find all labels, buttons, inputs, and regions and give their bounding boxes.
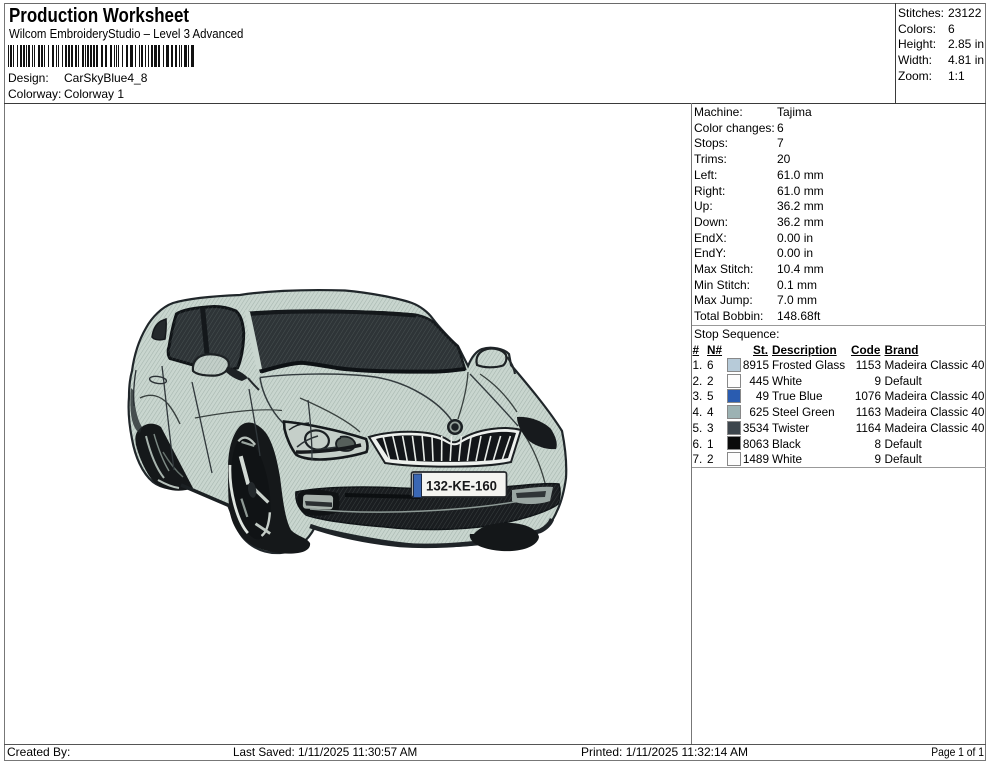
svg-text:132-KE-160: 132-KE-160 — [426, 478, 497, 494]
